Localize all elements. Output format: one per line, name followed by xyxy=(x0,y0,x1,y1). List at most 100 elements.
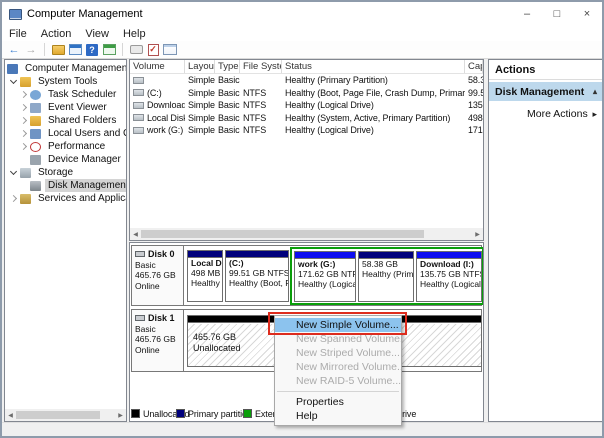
menu-help[interactable]: Help xyxy=(116,28,153,40)
primary-partition-bar xyxy=(226,251,288,258)
sidebar-item-performance[interactable]: Performance xyxy=(19,140,108,153)
disk0-label[interactable]: Disk 0 Basic 465.76 GB Online xyxy=(132,246,184,305)
menu-action[interactable]: Action xyxy=(34,28,79,40)
expand-chevron-icon[interactable] xyxy=(19,116,28,125)
menu-file[interactable]: File xyxy=(2,28,34,40)
sidebar-item-local-users-and-groups[interactable]: Local Users and Groups xyxy=(19,127,126,140)
partition-58gb[interactable]: 58.38 GB Healthy (Primar xyxy=(358,251,414,302)
table-row[interactable]: Download (I:) Simple Basic NTFS Healthy … xyxy=(130,99,483,112)
table-row[interactable]: Local Disk (F:) Simple Basic NTFS Health… xyxy=(130,112,483,125)
sidebar-item-device-manager[interactable]: Device Manager xyxy=(21,153,124,166)
column-header-status[interactable]: Status xyxy=(282,60,465,73)
toolbar-separator xyxy=(44,43,45,56)
tree-root-computer-management[interactable]: Computer Management (Local xyxy=(7,62,126,75)
export-list-icon[interactable] xyxy=(129,43,143,57)
menu-separator xyxy=(277,391,399,392)
column-header-layout[interactable]: Layout xyxy=(185,60,215,73)
expand-chevron-icon[interactable] xyxy=(19,90,28,99)
close-button[interactable]: × xyxy=(572,2,602,26)
column-header-capacity[interactable]: Capa xyxy=(465,60,483,73)
volume-icon xyxy=(133,89,144,97)
collapse-icon[interactable]: ▴ xyxy=(593,87,597,96)
logical-drive-bar xyxy=(417,252,481,259)
legend-swatch xyxy=(131,409,140,418)
legend-swatch xyxy=(243,409,252,418)
window-title: Computer Management xyxy=(27,8,143,20)
scrollbar-thumb[interactable] xyxy=(141,230,424,238)
minimize-button[interactable]: – xyxy=(512,2,542,26)
task-scheduler-icon xyxy=(30,89,41,100)
help-icon[interactable]: ? xyxy=(85,43,99,57)
scroll-right-icon[interactable]: ▶ xyxy=(472,228,483,240)
actions-section-disk-management[interactable]: Disk Management ▴ xyxy=(489,82,602,101)
tree-horizontal-scrollbar[interactable]: ◀ ▶ xyxy=(5,409,126,421)
legend-primary-partition: Primary partition xyxy=(176,408,252,419)
properties-form-icon[interactable] xyxy=(163,43,177,57)
more-actions-item[interactable]: More Actions ▸ xyxy=(489,105,602,123)
actions-pane: Actions Disk Management ▴ More Actions ▸ xyxy=(488,59,602,422)
volume-list-header: Volume Layout Type File System Status Ca… xyxy=(130,60,483,74)
partition-local-disk-f[interactable]: Local D 498 MB Healthy xyxy=(187,250,223,302)
menu-view[interactable]: View xyxy=(78,28,116,40)
partition-download-i[interactable]: Download (I:) 135.75 GB NTFS Healthy (Lo… xyxy=(416,251,482,302)
shared-folders-icon xyxy=(30,115,41,126)
menu-item-help[interactable]: Help xyxy=(275,409,401,423)
show-console-tree-icon[interactable] xyxy=(51,43,65,57)
back-icon[interactable]: ← xyxy=(7,43,21,57)
volume-list-pane: Volume Layout Type File System Status Ca… xyxy=(129,59,484,241)
primary-partition-bar xyxy=(359,252,413,259)
logical-drive-bar xyxy=(295,252,355,259)
scroll-left-icon[interactable]: ◀ xyxy=(130,228,141,240)
scroll-right-icon[interactable]: ▶ xyxy=(115,409,126,421)
expand-chevron-icon[interactable] xyxy=(19,103,28,112)
partition-c[interactable]: (C:) 99.51 GB NTFS Healthy (Boot, Pa xyxy=(225,250,289,302)
volume-icon xyxy=(133,114,144,122)
forward-icon[interactable]: → xyxy=(24,43,38,57)
column-header-volume[interactable]: Volume xyxy=(130,60,185,73)
maximize-button[interactable]: □ xyxy=(542,2,572,26)
sidebar-item-services-and-applications[interactable]: Services and Applications xyxy=(9,192,126,205)
scroll-left-icon[interactable]: ◀ xyxy=(5,409,16,421)
unallocated-text: 465.76 GB Unallocated xyxy=(193,332,241,353)
collapse-chevron-icon[interactable] xyxy=(9,167,18,175)
extended-partition-outline: work (G:) 171.62 GB NTFS Healthy (Logica… xyxy=(290,247,483,305)
disk-icon xyxy=(135,315,145,322)
volume-horizontal-scrollbar[interactable]: ◀ ▶ xyxy=(130,228,483,240)
volume-icon xyxy=(133,101,144,109)
menu-item-properties[interactable]: Properties xyxy=(275,395,401,409)
table-row[interactable]: Simple Basic Healthy (Primary Partition)… xyxy=(130,74,483,87)
menu-bar: File Action View Help xyxy=(2,26,602,41)
sidebar-item-task-scheduler[interactable]: Task Scheduler xyxy=(19,88,119,101)
menu-item-new-raid5-volume: New RAID-5 Volume... xyxy=(296,375,401,387)
disk1-label[interactable]: Disk 1 Basic 465.76 GB Online xyxy=(132,310,184,371)
partition-work-g[interactable]: work (G:) 171.62 GB NTFS Healthy (Logica… xyxy=(294,251,356,302)
expand-chevron-icon[interactable] xyxy=(9,194,18,203)
collapse-chevron-icon[interactable] xyxy=(9,76,18,84)
annotation-highlight-box xyxy=(268,312,407,335)
app-icon xyxy=(9,8,22,20)
storage-icon xyxy=(20,167,31,178)
expand-chevron-icon[interactable] xyxy=(19,142,28,151)
column-header-type[interactable]: Type xyxy=(215,60,240,73)
volume-icon xyxy=(133,76,144,84)
sidebar-item-system-tools[interactable]: System Tools xyxy=(9,75,100,88)
disk-icon xyxy=(135,251,145,258)
table-row[interactable]: (C:) Simple Basic NTFS Healthy (Boot, Pa… xyxy=(130,87,483,100)
check-document-icon[interactable]: ✓ xyxy=(146,43,160,57)
sidebar-item-storage[interactable]: Storage xyxy=(9,166,76,179)
console-window-icon-2[interactable] xyxy=(102,43,116,57)
sidebar-item-disk-management[interactable]: Disk Management xyxy=(21,179,126,192)
scrollbar-thumb[interactable] xyxy=(16,411,100,419)
expand-chevron-icon[interactable] xyxy=(19,129,28,138)
table-row[interactable]: work (G:) Simple Basic NTFS Healthy (Log… xyxy=(130,124,483,137)
title-bar: Computer Management – □ × xyxy=(2,2,602,26)
column-header-file-system[interactable]: File System xyxy=(240,60,282,73)
submenu-arrow-icon: ▸ xyxy=(592,108,597,119)
volume-icon xyxy=(133,126,144,134)
sidebar-item-event-viewer[interactable]: Event Viewer xyxy=(19,101,110,114)
device-manager-icon xyxy=(30,154,41,165)
computer-management-window: Computer Management – □ × File Action Vi… xyxy=(0,0,604,438)
console-window-icon[interactable] xyxy=(68,43,82,57)
legend-swatch xyxy=(176,409,185,418)
sidebar-item-shared-folders[interactable]: Shared Folders xyxy=(19,114,119,127)
